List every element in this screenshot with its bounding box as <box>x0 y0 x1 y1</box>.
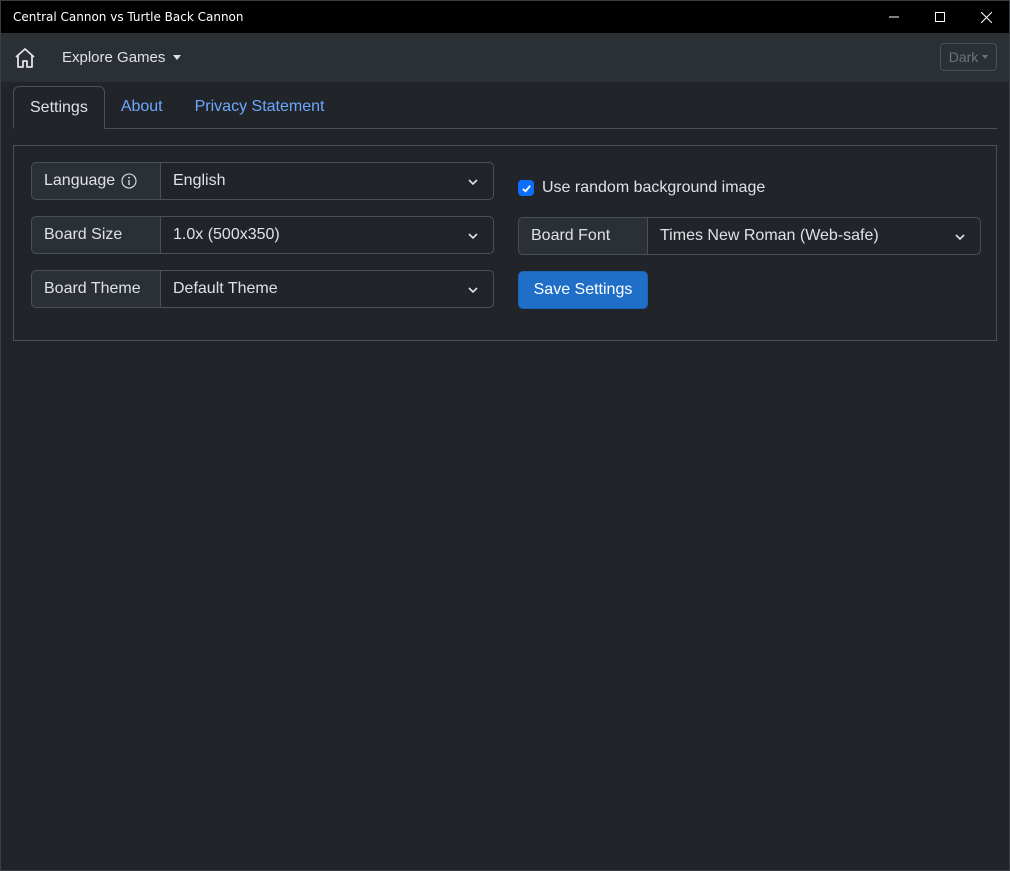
board-font-label: Board Font <box>531 227 611 244</box>
tab-about[interactable]: About <box>105 86 179 127</box>
close-icon <box>980 11 992 23</box>
language-label-box: Language <box>31 162 161 200</box>
tab-bar: Settings About Privacy Statement <box>13 86 997 129</box>
app-window: Central Cannon vs Turtle Back Cannon Exp… <box>0 0 1010 871</box>
settings-panel: Language English Board Size 1.0x (500x35… <box>13 145 997 341</box>
board-theme-select[interactable]: Default Theme <box>161 270 494 308</box>
language-value: English <box>173 172 226 189</box>
home-icon[interactable] <box>13 45 39 71</box>
board-size-select[interactable]: 1.0x (500x350) <box>161 216 494 254</box>
window-title: Central Cannon vs Turtle Back Cannon <box>13 10 244 24</box>
info-icon[interactable] <box>121 173 137 189</box>
maximize-button[interactable] <box>917 1 963 33</box>
random-background-option[interactable]: Use random background image <box>518 179 765 197</box>
random-background-checkbox[interactable] <box>518 180 534 196</box>
chevron-down-icon <box>468 287 478 294</box>
chevron-down-icon <box>468 179 478 186</box>
language-group: Language English <box>31 162 494 200</box>
checkmark-icon <box>521 184 531 193</box>
board-theme-value: Default Theme <box>173 280 278 297</box>
minimize-icon <box>889 16 899 18</box>
board-theme-label: Board Theme <box>44 280 141 297</box>
board-size-value: 1.0x (500x350) <box>173 226 280 243</box>
caret-down-icon <box>982 55 989 59</box>
board-theme-label-box: Board Theme <box>31 270 161 308</box>
chevron-down-icon <box>468 233 478 240</box>
board-size-label: Board Size <box>44 226 123 243</box>
explore-games-dropdown[interactable]: Explore Games <box>62 49 182 66</box>
board-font-value: Times New Roman (Web-safe) <box>660 227 879 244</box>
board-theme-group: Board Theme Default Theme <box>31 270 494 308</box>
board-font-select[interactable]: Times New Roman (Web-safe) <box>648 217 981 255</box>
board-font-group: Board Font Times New Roman (Web-safe) <box>518 217 981 255</box>
language-select[interactable]: English <box>161 162 494 200</box>
title-bar: Central Cannon vs Turtle Back Cannon <box>1 1 1009 33</box>
theme-label: Dark <box>948 49 979 65</box>
theme-dropdown-button[interactable]: Dark <box>940 43 997 71</box>
board-font-label-box: Board Font <box>518 217 648 255</box>
tab-settings[interactable]: Settings <box>13 86 105 129</box>
window-controls <box>871 1 1009 33</box>
board-size-group: Board Size 1.0x (500x350) <box>31 216 494 254</box>
chevron-down-icon <box>955 234 965 241</box>
close-button[interactable] <box>963 1 1009 33</box>
save-settings-button[interactable]: Save Settings <box>518 271 648 309</box>
maximize-icon <box>935 12 945 22</box>
explore-games-label: Explore Games <box>62 49 166 66</box>
tab-privacy-statement[interactable]: Privacy Statement <box>179 86 341 127</box>
caret-down-icon <box>173 55 182 60</box>
minimize-button[interactable] <box>871 1 917 33</box>
random-background-label: Use random background image <box>542 179 766 196</box>
navbar: Explore Games Dark <box>1 33 1009 82</box>
board-size-label-box: Board Size <box>31 216 161 254</box>
language-label: Language <box>44 172 116 189</box>
